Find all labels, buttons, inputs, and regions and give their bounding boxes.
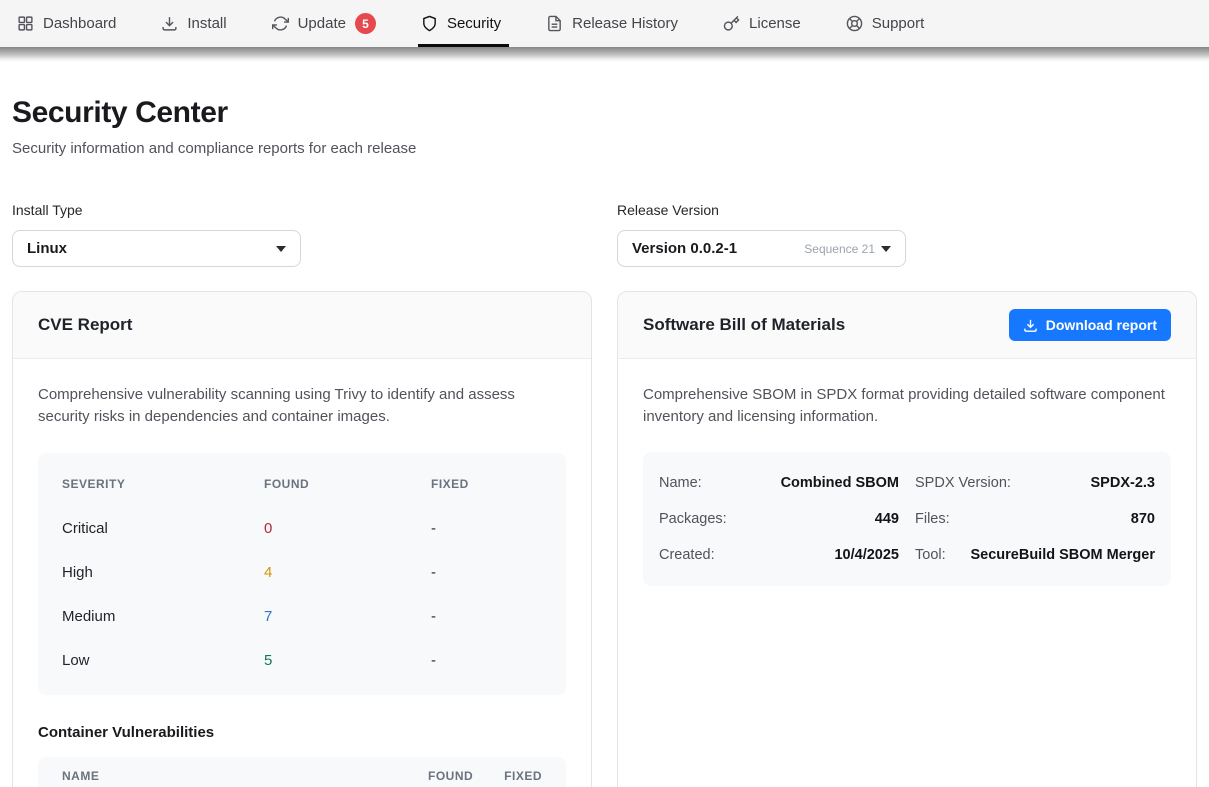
col-fixed: FIXED <box>431 477 542 491</box>
top-navigation: Dashboard Install Update 5 Security Rele… <box>0 0 1209 47</box>
sequence-hint-text: Sequence 21 <box>804 242 875 256</box>
install-type-label: Install Type <box>12 202 592 218</box>
cve-report-header: CVE Report <box>13 292 591 359</box>
nav-item-install[interactable]: Install <box>161 0 226 47</box>
severity-table-header: SEVERITY FOUND FIXED <box>62 469 542 499</box>
sbom-details-grid: Name: Combined SBOM SPDX Version: SPDX-2… <box>643 452 1171 586</box>
container-vulnerabilities-title: Container Vulnerabilities <box>38 724 566 741</box>
list-item: Created: 10/4/2025 <box>659 537 899 573</box>
table-row: Critical 0 - <box>62 507 542 551</box>
severity-fixed-count: - <box>431 520 542 537</box>
release-version-select[interactable]: Version 0.0.2-1 Sequence 21 <box>617 230 906 267</box>
col-found: FOUND <box>264 477 431 491</box>
severity-name: High <box>62 564 264 581</box>
refresh-icon <box>272 15 289 32</box>
list-item: Tool: SecureBuild SBOM Merger <box>915 537 1155 573</box>
cve-report-description: Comprehensive vulnerability scanning usi… <box>38 384 566 428</box>
sbom-detail-value: 10/4/2025 <box>834 547 899 563</box>
list-item: SPDX Version: SPDX-2.3 <box>915 465 1155 501</box>
cve-report-title: CVE Report <box>38 315 132 335</box>
table-row: Low 5 - <box>62 639 542 683</box>
cards-row: CVE Report Comprehensive vulnerability s… <box>12 291 1197 787</box>
col-found: FOUND <box>428 769 473 783</box>
nav-label: Update <box>298 15 346 32</box>
download-report-button[interactable]: Download report <box>1009 309 1171 341</box>
sbom-detail-label: Packages: <box>659 511 727 527</box>
nav-item-support[interactable]: Support <box>846 0 925 47</box>
sbom-detail-label: Tool: <box>915 547 946 563</box>
nav-label: Dashboard <box>43 15 116 32</box>
severity-found-count: 5 <box>264 652 431 669</box>
install-type-select[interactable]: Linux <box>12 230 301 267</box>
nav-item-update[interactable]: Update 5 <box>272 0 376 47</box>
sbom-detail-value: SecureBuild SBOM Merger <box>970 547 1155 563</box>
sbom-detail-label: Files: <box>915 511 950 527</box>
severity-found-count: 4 <box>264 564 431 581</box>
install-type-value: Linux <box>27 240 67 257</box>
release-version-value: Version 0.0.2-1 <box>632 240 737 257</box>
sbom-description: Comprehensive SBOM in SPDX format provid… <box>643 384 1171 428</box>
list-item: Name: Combined SBOM <box>659 465 899 501</box>
sequence-hint: Sequence 21 <box>804 242 891 256</box>
nav-item-security[interactable]: Security <box>421 0 501 47</box>
lifebuoy-icon <box>846 15 863 32</box>
col-name: NAME <box>62 769 99 783</box>
main-content: Security Center Security information and… <box>0 96 1209 787</box>
page-title: Security Center <box>12 96 1197 130</box>
chevron-down-icon <box>881 246 891 252</box>
nav-item-dashboard[interactable]: Dashboard <box>17 0 116 47</box>
nav-item-release-history[interactable]: Release History <box>546 0 678 47</box>
severity-table: SEVERITY FOUND FIXED Critical 0 - High 4… <box>38 453 566 695</box>
sbom-card: Software Bill of Materials Download repo… <box>617 291 1197 787</box>
cve-report-card: CVE Report Comprehensive vulnerability s… <box>12 291 592 787</box>
severity-name: Medium <box>62 608 264 625</box>
sbom-detail-label: Created: <box>659 547 715 563</box>
severity-found-count: 0 <box>264 520 431 537</box>
severity-name: Low <box>62 652 264 669</box>
sbom-detail-label: Name: <box>659 475 702 491</box>
severity-fixed-count: - <box>431 652 542 669</box>
nav-label: Security <box>447 15 501 32</box>
severity-name: Critical <box>62 520 264 537</box>
list-item: Packages: 449 <box>659 501 899 537</box>
sbom-detail-value: 449 <box>875 511 899 527</box>
download-icon <box>161 15 178 32</box>
key-icon <box>723 15 740 32</box>
nav-label: License <box>749 15 801 32</box>
sbom-detail-value: 870 <box>1131 511 1155 527</box>
sbom-detail-value: Combined SBOM <box>781 475 899 491</box>
sbom-body: Comprehensive SBOM in SPDX format provid… <box>618 359 1196 611</box>
release-version-label: Release Version <box>617 202 1197 218</box>
nav-label: Release History <box>572 15 678 32</box>
download-icon <box>1023 318 1038 333</box>
chevron-down-icon <box>276 246 286 252</box>
sbom-title: Software Bill of Materials <box>643 315 845 335</box>
container-vulnerabilities-table-header: NAME FOUND FIXED <box>38 757 566 787</box>
page-subtitle: Security information and compliance repo… <box>12 140 1197 157</box>
nav-item-license[interactable]: License <box>723 0 801 47</box>
cve-report-body: Comprehensive vulnerability scanning usi… <box>13 359 591 787</box>
filters-row: Install Type Linux Release Version Versi… <box>12 202 1197 267</box>
sbom-detail-value: SPDX-2.3 <box>1091 475 1155 491</box>
sbom-header: Software Bill of Materials Download repo… <box>618 292 1196 359</box>
list-item: Files: 870 <box>915 501 1155 537</box>
severity-fixed-count: - <box>431 608 542 625</box>
shield-icon <box>421 15 438 32</box>
severity-found-count: 7 <box>264 608 431 625</box>
dashboard-grid-icon <box>17 15 34 32</box>
table-row: High 4 - <box>62 551 542 595</box>
severity-fixed-count: - <box>431 564 542 581</box>
nav-label: Support <box>872 15 925 32</box>
col-fixed: FIXED <box>504 769 542 783</box>
download-report-label: Download report <box>1046 317 1157 333</box>
col-severity: SEVERITY <box>62 477 264 491</box>
table-row: Medium 7 - <box>62 595 542 639</box>
install-type-filter: Install Type Linux <box>12 202 592 267</box>
release-version-filter: Release Version Version 0.0.2-1 Sequence… <box>617 202 1197 267</box>
update-count-badge: 5 <box>355 13 376 34</box>
nav-label: Install <box>187 15 226 32</box>
nav-shadow-divider <box>0 47 1209 62</box>
sbom-detail-label: SPDX Version: <box>915 475 1011 491</box>
document-icon <box>546 15 563 32</box>
